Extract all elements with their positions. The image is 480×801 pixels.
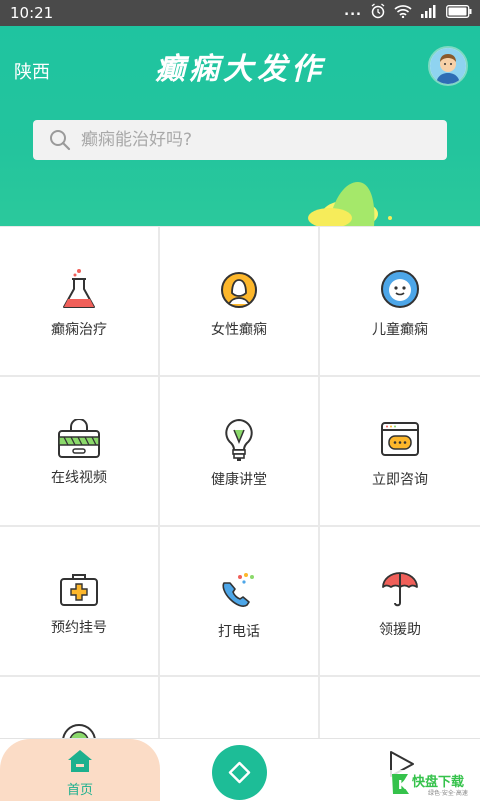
svg-text:K: K	[398, 778, 408, 792]
feature-grid: 癫痫治疗 女性癫痫 儿童癫痫 在线视频 健康讲堂 立即咨询 预约挂号 打电话 领…	[0, 226, 480, 741]
grid-item-call[interactable]: 打电话	[160, 527, 318, 675]
grid-item-appointment[interactable]: 预约挂号	[0, 527, 158, 675]
search-bar[interactable]	[33, 120, 447, 160]
grid-item-label: 在线视频	[51, 470, 107, 486]
grid-item-empty	[160, 677, 318, 741]
tab-home-label: 首页	[66, 783, 93, 798]
grid-item-label: 健康讲堂	[211, 472, 267, 488]
status-bar: 10:21 ...	[0, 0, 480, 26]
header: 陕西 癫痫大发作	[0, 26, 480, 226]
grid-item-get-aid[interactable]: 领援助	[320, 527, 480, 675]
grid-item-partial[interactable]	[0, 677, 158, 741]
light-bulb-icon	[225, 418, 253, 461]
phone-icon	[222, 573, 254, 607]
more-dots: ...	[344, 3, 362, 19]
home-icon	[68, 750, 92, 772]
video-lock-icon	[58, 419, 100, 458]
avatar-face-icon	[430, 48, 466, 84]
grid-item-female-epilepsy[interactable]: 女性癫痫	[160, 227, 318, 375]
umbrella-icon	[382, 572, 418, 607]
region-selector[interactable]: 陕西	[14, 58, 50, 84]
grid-item-label: 立即咨询	[372, 472, 428, 488]
grid-item-label: 女性癫痫	[211, 322, 267, 338]
search-icon	[50, 130, 71, 151]
grid-item-child-epilepsy[interactable]: 儿童癫痫	[320, 227, 480, 375]
svg-text:快盘下载: 快盘下载	[412, 774, 464, 790]
flask-icon	[63, 269, 95, 308]
status-icons: ...	[344, 3, 472, 19]
grid-item-health-lecture[interactable]: 健康讲堂	[160, 377, 318, 525]
medical-kit-icon	[60, 574, 98, 606]
grid-item-consult-now[interactable]: 立即咨询	[320, 377, 480, 525]
grid-item-label: 领援助	[379, 622, 421, 638]
grid-item-epilepsy-treatment[interactable]: 癫痫治疗	[0, 227, 158, 375]
header-decoration	[308, 182, 392, 226]
tab-center-button[interactable]	[212, 745, 267, 800]
grid-item-label: 儿童癫痫	[372, 322, 428, 338]
diamond-icon	[228, 761, 251, 784]
chat-window-icon	[381, 422, 419, 456]
child-face-icon	[381, 270, 419, 308]
woman-icon	[221, 272, 257, 308]
user-avatar[interactable]	[428, 46, 468, 86]
kuaipan-watermark-logo: K 快盘下载 绿色·安全·高速	[388, 770, 478, 798]
grid-item-label: 癫痫治疗	[51, 322, 107, 338]
svg-text:绿色·安全·高速: 绿色·安全·高速	[428, 789, 468, 797]
battery-icon	[446, 4, 472, 18]
grid-item-label: 预约挂号	[51, 620, 107, 636]
wifi-icon	[394, 5, 412, 18]
app-title: 癫痫大发作	[155, 52, 325, 87]
alarm-icon	[371, 3, 385, 19]
grid-item-label: 打电话	[218, 624, 260, 640]
status-time: 10:21	[10, 4, 54, 22]
tab-home[interactable]: 首页	[0, 739, 160, 801]
grid-item-online-video[interactable]: 在线视频	[0, 377, 158, 525]
signal-icon	[421, 5, 436, 18]
search-input[interactable]	[81, 120, 421, 160]
grid-item-empty	[320, 677, 480, 741]
